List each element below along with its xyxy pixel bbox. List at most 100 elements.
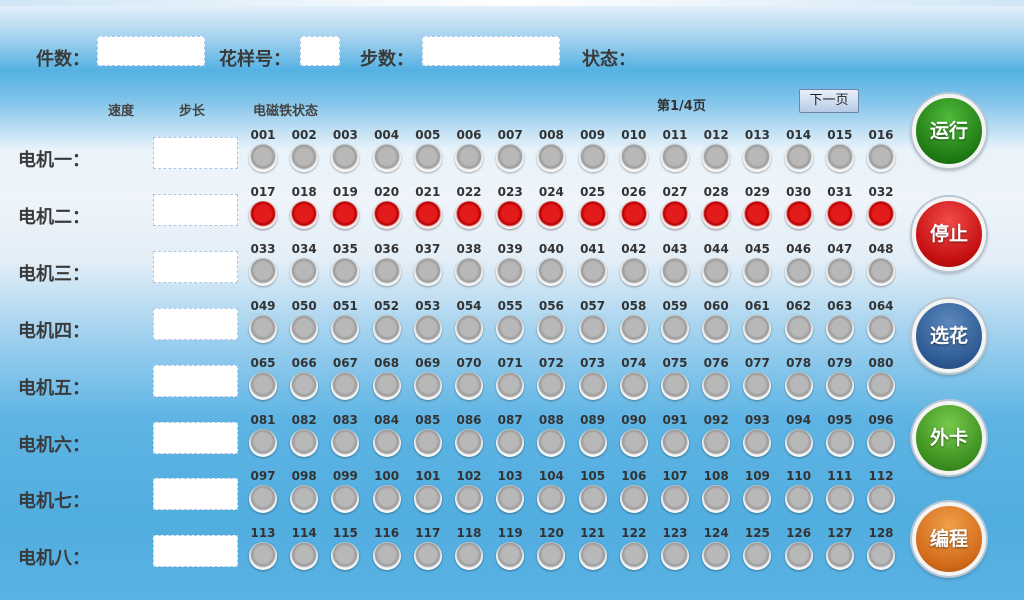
magnet-indicator-lamp[interactable]	[661, 201, 689, 229]
magnet-indicator-lamp[interactable]	[619, 542, 648, 570]
magnet-indicator-lamp[interactable]	[290, 201, 319, 229]
pattern-field[interactable]	[300, 36, 340, 66]
magnet-indicator-lamp[interactable]	[661, 258, 689, 286]
magnet-indicator-lamp[interactable]	[331, 485, 360, 513]
magnet-indicator-lamp[interactable]	[825, 372, 854, 400]
magnet-indicator-lamp[interactable]	[331, 372, 360, 400]
magnet-indicator-lamp[interactable]	[619, 429, 648, 457]
magnet-indicator-lamp[interactable]	[825, 542, 854, 570]
magnet-indicator-lamp[interactable]	[249, 258, 277, 286]
magnet-indicator-lamp[interactable]	[743, 429, 772, 457]
magnet-indicator-lamp[interactable]	[331, 429, 360, 457]
magnet-indicator-lamp[interactable]	[537, 372, 566, 400]
select-pattern-button[interactable]: 选花	[912, 299, 986, 373]
magnet-indicator-lamp[interactable]	[867, 144, 895, 172]
magnet-indicator-lamp[interactable]	[372, 201, 401, 229]
magnet-indicator-lamp[interactable]	[619, 144, 648, 172]
magnet-indicator-lamp[interactable]	[372, 485, 401, 513]
magnet-indicator-lamp[interactable]	[496, 258, 525, 286]
magnet-indicator-lamp[interactable]	[455, 542, 483, 570]
magnet-indicator-lamp[interactable]	[372, 542, 401, 570]
magnet-indicator-lamp[interactable]	[784, 372, 813, 400]
run-button[interactable]: 运行	[912, 94, 986, 168]
magnet-indicator-lamp[interactable]	[825, 315, 854, 343]
magnet-indicator-lamp[interactable]	[537, 485, 566, 513]
motor-step-field[interactable]	[153, 308, 238, 340]
magnet-indicator-lamp[interactable]	[867, 258, 895, 286]
magnet-indicator-lamp[interactable]	[867, 201, 895, 229]
magnet-indicator-lamp[interactable]	[578, 201, 607, 229]
magnet-indicator-lamp[interactable]	[619, 258, 648, 286]
magnet-indicator-lamp[interactable]	[825, 429, 854, 457]
magnet-indicator-lamp[interactable]	[496, 372, 525, 400]
magnet-indicator-lamp[interactable]	[743, 258, 772, 286]
program-button[interactable]: 编程	[912, 502, 986, 576]
magnet-indicator-lamp[interactable]	[413, 542, 442, 570]
magnet-indicator-lamp[interactable]	[743, 201, 772, 229]
magnet-indicator-lamp[interactable]	[743, 144, 772, 172]
magnet-indicator-lamp[interactable]	[413, 315, 442, 343]
magnet-indicator-lamp[interactable]	[455, 258, 483, 286]
magnet-indicator-lamp[interactable]	[249, 144, 277, 172]
magnet-indicator-lamp[interactable]	[413, 485, 442, 513]
magnet-indicator-lamp[interactable]	[290, 144, 319, 172]
motor-step-field[interactable]	[153, 365, 238, 397]
magnet-indicator-lamp[interactable]	[331, 201, 360, 229]
magnet-indicator-lamp[interactable]	[867, 315, 895, 343]
magnet-indicator-lamp[interactable]	[784, 201, 813, 229]
magnet-indicator-lamp[interactable]	[496, 144, 525, 172]
magnet-indicator-lamp[interactable]	[249, 485, 277, 513]
magnet-indicator-lamp[interactable]	[413, 258, 442, 286]
magnet-indicator-lamp[interactable]	[331, 542, 360, 570]
magnet-indicator-lamp[interactable]	[661, 429, 689, 457]
magnet-indicator-lamp[interactable]	[413, 429, 442, 457]
magnet-indicator-lamp[interactable]	[413, 372, 442, 400]
magnet-indicator-lamp[interactable]	[784, 144, 813, 172]
magnet-indicator-lamp[interactable]	[661, 144, 689, 172]
magnet-indicator-lamp[interactable]	[661, 542, 689, 570]
magnet-indicator-lamp[interactable]	[619, 372, 648, 400]
magnet-indicator-lamp[interactable]	[290, 485, 319, 513]
magnet-indicator-lamp[interactable]	[537, 258, 566, 286]
magnet-indicator-lamp[interactable]	[743, 485, 772, 513]
magnet-indicator-lamp[interactable]	[413, 144, 442, 172]
magnet-indicator-lamp[interactable]	[455, 429, 483, 457]
magnet-indicator-lamp[interactable]	[496, 542, 525, 570]
magnet-indicator-lamp[interactable]	[743, 372, 772, 400]
magnet-indicator-lamp[interactable]	[331, 144, 360, 172]
magnet-indicator-lamp[interactable]	[578, 144, 607, 172]
magnet-indicator-lamp[interactable]	[249, 372, 277, 400]
magnet-indicator-lamp[interactable]	[825, 485, 854, 513]
magnet-indicator-lamp[interactable]	[619, 485, 648, 513]
magnet-indicator-lamp[interactable]	[372, 315, 401, 343]
magnet-indicator-lamp[interactable]	[702, 258, 731, 286]
magnet-indicator-lamp[interactable]	[496, 485, 525, 513]
magnet-indicator-lamp[interactable]	[702, 201, 731, 229]
magnet-indicator-lamp[interactable]	[372, 144, 401, 172]
magnet-indicator-lamp[interactable]	[537, 315, 566, 343]
magnet-indicator-lamp[interactable]	[249, 542, 277, 570]
magnet-indicator-lamp[interactable]	[702, 144, 731, 172]
magnet-indicator-lamp[interactable]	[867, 372, 895, 400]
magnet-indicator-lamp[interactable]	[496, 201, 525, 229]
magnet-indicator-lamp[interactable]	[578, 542, 607, 570]
next-page-button[interactable]: 下一页	[799, 89, 859, 113]
count-field[interactable]	[97, 36, 205, 66]
magnet-indicator-lamp[interactable]	[784, 315, 813, 343]
magnet-indicator-lamp[interactable]	[784, 542, 813, 570]
magnet-indicator-lamp[interactable]	[661, 315, 689, 343]
magnet-indicator-lamp[interactable]	[743, 542, 772, 570]
magnet-indicator-lamp[interactable]	[455, 144, 483, 172]
magnet-indicator-lamp[interactable]	[702, 542, 731, 570]
magnet-indicator-lamp[interactable]	[702, 429, 731, 457]
magnet-indicator-lamp[interactable]	[455, 485, 483, 513]
magnet-indicator-lamp[interactable]	[578, 258, 607, 286]
magnet-indicator-lamp[interactable]	[867, 429, 895, 457]
motor-step-field[interactable]	[153, 535, 238, 567]
magnet-indicator-lamp[interactable]	[784, 429, 813, 457]
motor-step-field[interactable]	[153, 137, 238, 169]
magnet-indicator-lamp[interactable]	[290, 372, 319, 400]
magnet-indicator-lamp[interactable]	[537, 201, 566, 229]
magnet-indicator-lamp[interactable]	[249, 315, 277, 343]
magnet-indicator-lamp[interactable]	[784, 258, 813, 286]
